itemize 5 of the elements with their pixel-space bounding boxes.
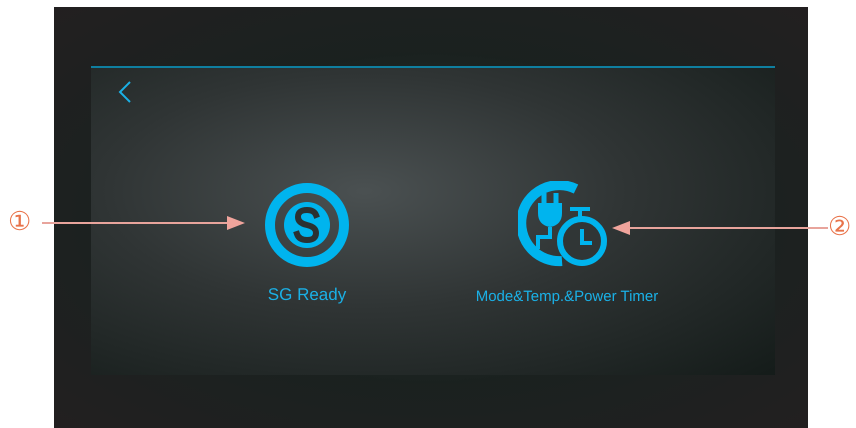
callout-number: ①: [8, 209, 32, 235]
menu-item-label[interactable]: SG Ready: [268, 282, 346, 308]
callout-number: ②: [828, 214, 852, 240]
s-logo-icon: [264, 182, 350, 268]
menu-item-label[interactable]: Mode&Temp.&Power Timer: [476, 286, 658, 308]
